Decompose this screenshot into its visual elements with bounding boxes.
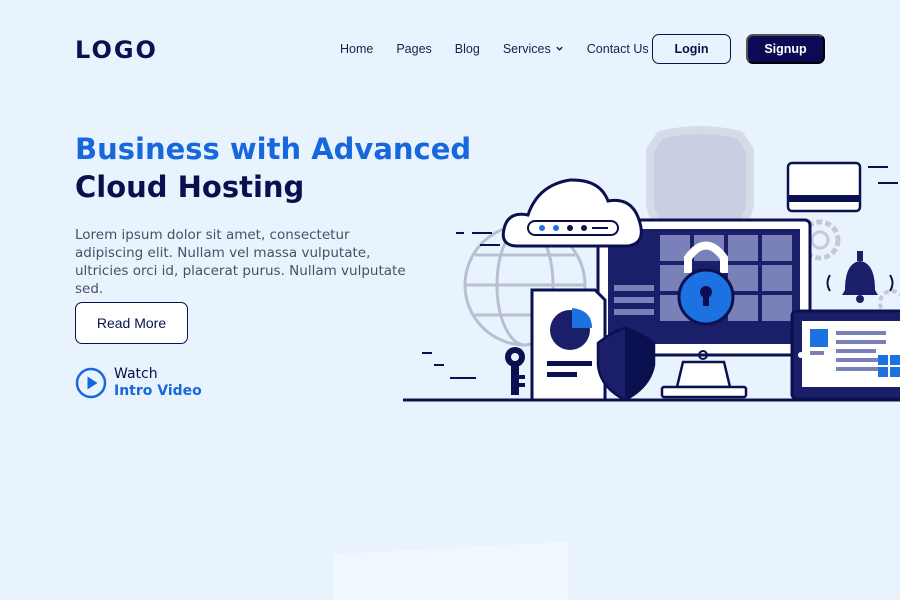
intro-video-label: Intro Video: [114, 383, 202, 399]
read-more-button[interactable]: Read More: [75, 302, 188, 344]
cloud-security-illustration: [403, 126, 900, 402]
watch-label: Watch: [114, 366, 158, 382]
main-nav: Home Pages Blog Services Contact Us: [340, 33, 672, 64]
cloud-icon: [501, 178, 643, 248]
bell-icon: [826, 251, 894, 303]
login-button[interactable]: Login: [652, 34, 731, 64]
credit-card-icon: [786, 161, 862, 213]
nav-blog[interactable]: Blog: [455, 42, 480, 56]
hero-description: Lorem ipsum dolor sit amet, consectetur …: [75, 227, 406, 297]
nav-services-label: Services: [502, 41, 551, 56]
watch-intro-video[interactable]: Watch Intro Video: [75, 366, 202, 400]
nav-contact-us[interactable]: Contact Us: [587, 42, 649, 56]
key-icon: [505, 347, 525, 395]
chevron-down-icon: [556, 46, 563, 51]
tablet-icon: [790, 309, 900, 401]
nav-home[interactable]: Home: [340, 42, 373, 56]
play-icon: [75, 367, 107, 399]
signup-button[interactable]: Signup: [746, 34, 825, 64]
watch-text: Watch Intro Video: [114, 366, 202, 400]
background-decoration: [333, 541, 568, 600]
nav-services[interactable]: Services: [503, 42, 564, 56]
nav-pages[interactable]: Pages: [396, 42, 431, 56]
logo[interactable]: LOGO: [75, 36, 158, 64]
document-icon: [530, 288, 607, 402]
